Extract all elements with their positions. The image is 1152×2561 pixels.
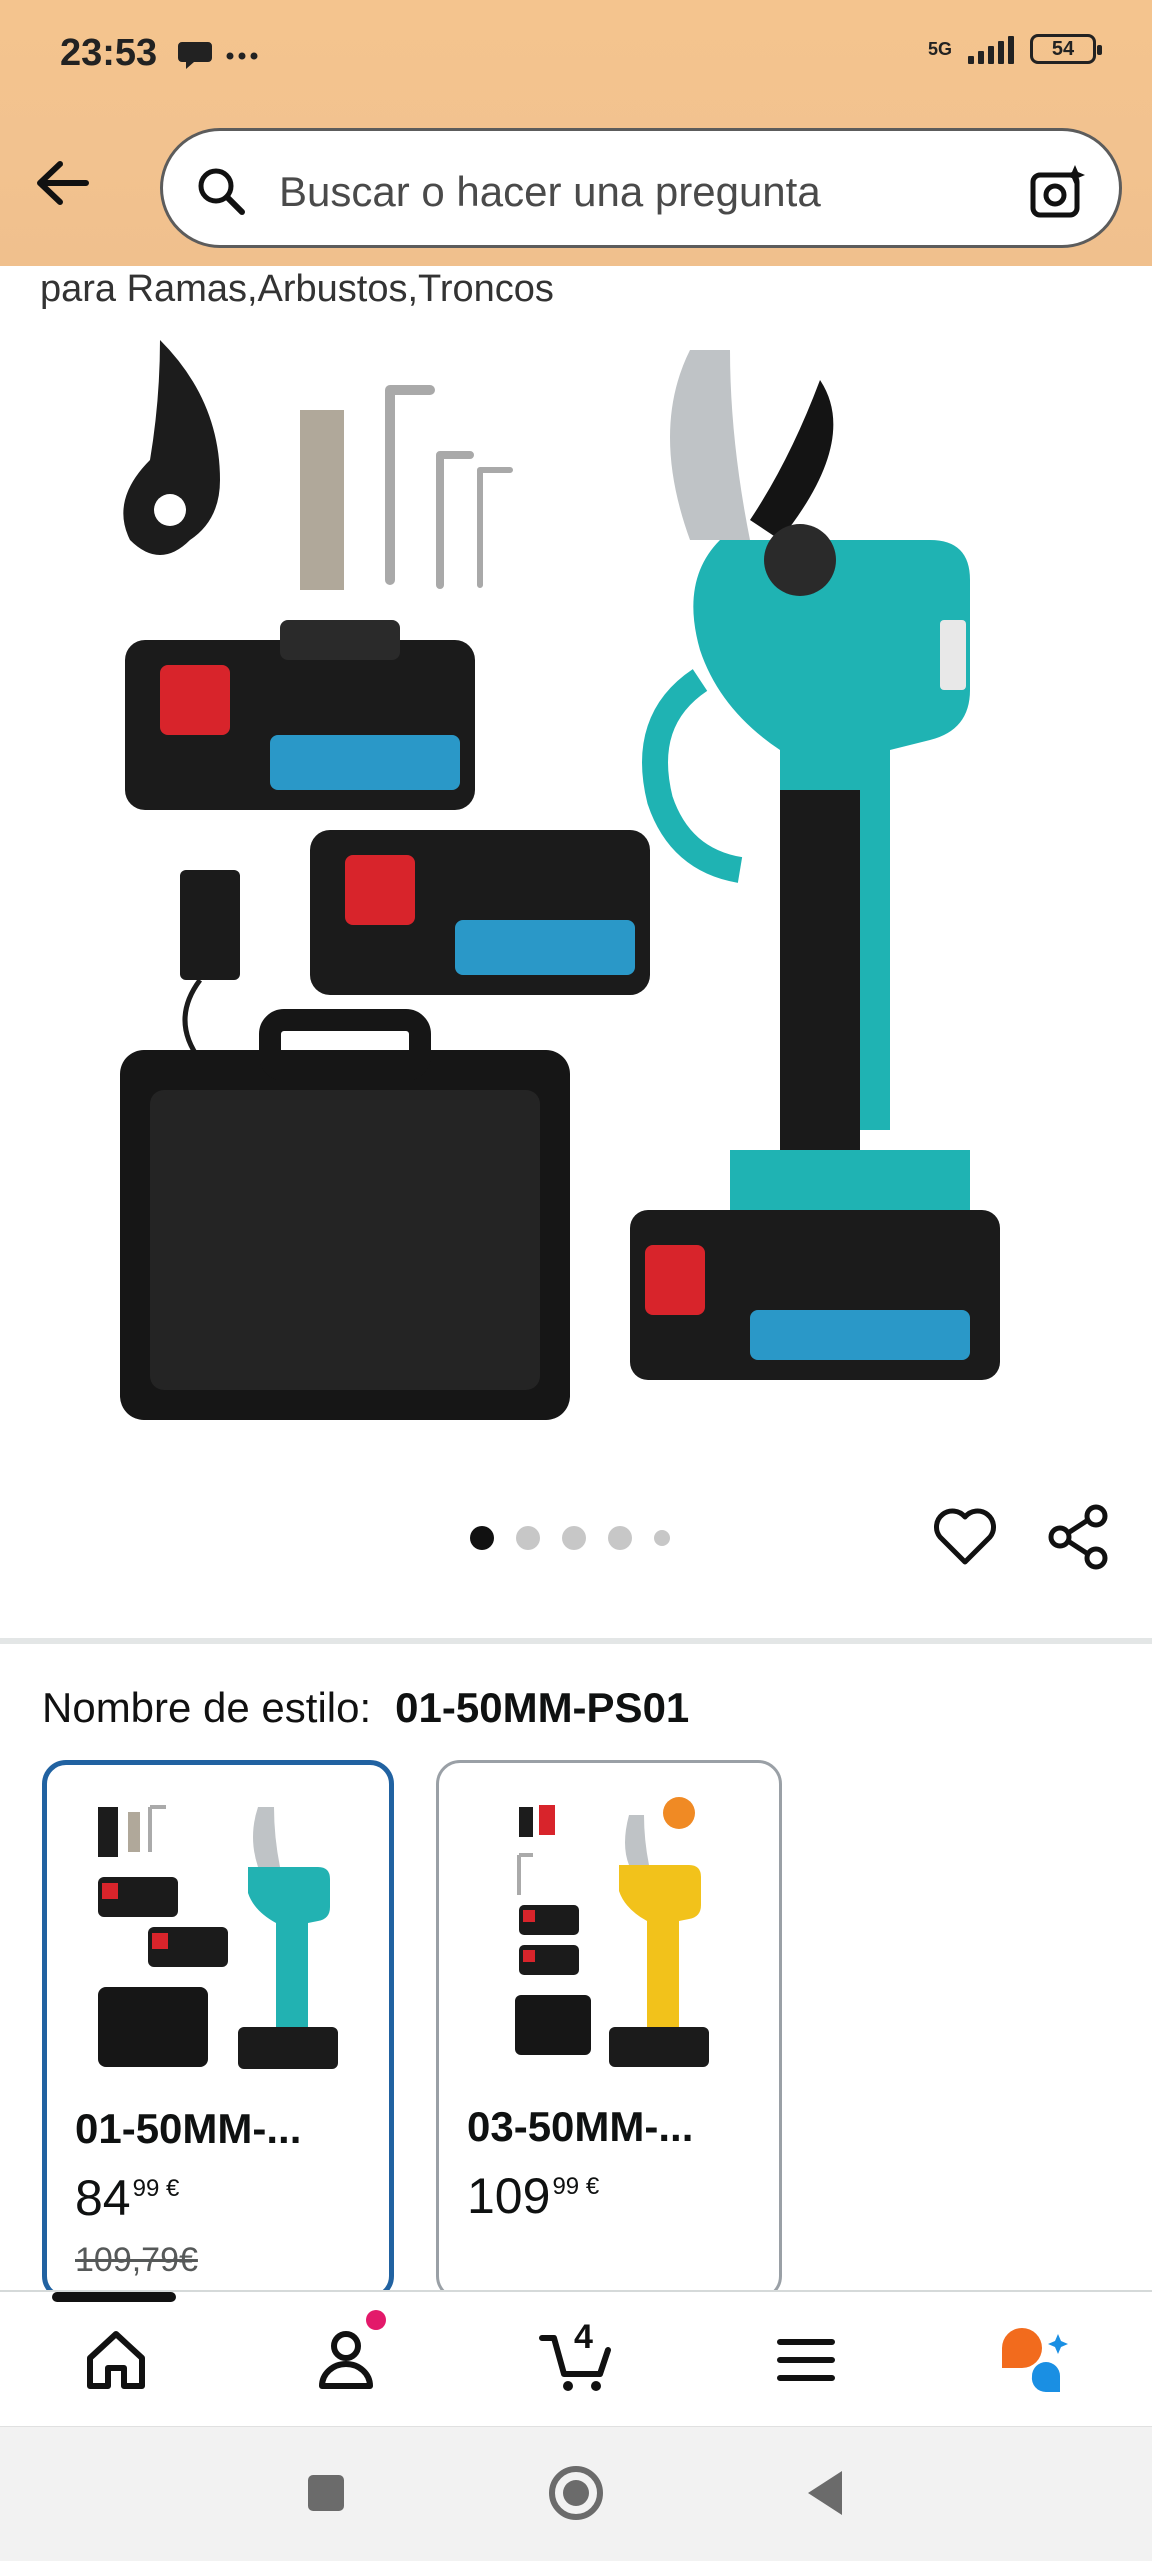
network-label: 5G <box>927 39 952 59</box>
price-currency: € <box>585 2173 600 2200</box>
carousel-dot[interactable] <box>654 1530 670 1546</box>
battery-icon: 54 <box>1030 34 1102 64</box>
style-option-name: 03-50MM-... <box>467 2103 694 2150</box>
home-system-button[interactable] <box>540 2457 612 2529</box>
chat-bubble-icon <box>178 42 258 69</box>
carousel-dot[interactable] <box>470 1526 494 1550</box>
section-divider <box>0 1638 1152 1644</box>
image-carousel-dots <box>470 1526 670 1550</box>
nav-home[interactable] <box>76 2320 156 2400</box>
style-option-thumbnail <box>98 1805 338 2069</box>
back-button[interactable] <box>28 148 98 218</box>
style-value: 01-50MM-PS01 <box>395 1684 690 1731</box>
price-fraction: 99 <box>132 2175 160 2202</box>
battery-level: 54 <box>1051 37 1075 60</box>
status-right: 5G 54 <box>927 34 1102 64</box>
search-icon <box>198 168 245 215</box>
notification-badge <box>366 2310 386 2330</box>
status-notification-icons <box>178 36 268 85</box>
status-time: 23:53 <box>60 32 158 74</box>
style-option-card[interactable]: 03-50MM-... 10999 € <box>436 1760 782 2300</box>
style-option-name: 01-50MM-... <box>75 2105 302 2152</box>
rufus-icon <box>1002 2328 1068 2393</box>
nav-rufus[interactable] <box>996 2320 1076 2400</box>
share-icon <box>1048 1504 1108 1570</box>
square-icon <box>308 2475 344 2511</box>
back-system-button[interactable] <box>790 2457 862 2529</box>
style-option-thumbnail <box>515 1797 709 2067</box>
recents-button[interactable] <box>290 2457 362 2529</box>
system-navigation <box>0 2426 1152 2561</box>
sheet-handle[interactable] <box>52 2292 176 2302</box>
price-fraction: 99 <box>552 2173 580 2200</box>
add-to-wishlist-button[interactable] <box>930 1502 1000 1572</box>
style-option-price: 10999 € <box>467 2167 599 2225</box>
product-title-tail: para Ramas,Arbustos,Troncos <box>40 268 554 310</box>
home-icon <box>87 2331 145 2389</box>
menu-icon <box>777 2339 835 2381</box>
share-button[interactable] <box>1044 1502 1114 1572</box>
heart-icon <box>934 1508 996 1565</box>
style-label: Nombre de estilo: <box>42 1684 372 1731</box>
signal-icon <box>968 34 1014 64</box>
app-header: 23:53 5G 54 <box>0 0 1152 266</box>
triangle-back-icon <box>808 2471 842 2515</box>
bottom-navigation <box>0 2290 1152 2428</box>
arrow-left-icon <box>37 161 89 205</box>
price-currency: € <box>166 2175 180 2202</box>
product-image[interactable] <box>100 320 1060 1440</box>
carousel-dot[interactable] <box>562 1526 586 1550</box>
carousel-dot[interactable] <box>516 1526 540 1550</box>
style-name-row: Nombre de estilo: 01-50MM-PS01 <box>42 1684 689 1732</box>
carousel-dot[interactable] <box>608 1526 632 1550</box>
nav-account[interactable] <box>306 2320 386 2400</box>
nav-menu[interactable] <box>766 2320 846 2400</box>
account-icon <box>319 2331 373 2389</box>
style-option-list-price: 109,79€ <box>75 2241 198 2279</box>
circle-icon <box>549 2466 603 2520</box>
style-option-price: 8499 € <box>75 2169 179 2227</box>
style-option-card[interactable]: 01-50MM-... 8499 € 109,79€ <box>42 1760 394 2300</box>
search-input[interactable] <box>277 161 981 223</box>
price-whole: 109 <box>467 2168 551 2224</box>
price-whole: 84 <box>75 2170 131 2226</box>
search-bar[interactable] <box>160 128 1122 248</box>
camera-search-icon[interactable] <box>1027 161 1089 223</box>
cart-count: 4 <box>574 2318 593 2356</box>
